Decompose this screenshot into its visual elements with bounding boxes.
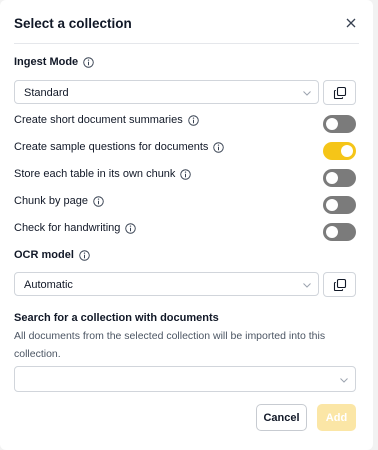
add-button[interactable]: Add: [317, 404, 356, 431]
search-collection-label-text: Search for a collection with documents: [14, 312, 219, 324]
ocr-model-value: Automatic: [24, 279, 73, 291]
summaries-toggle[interactable]: [323, 115, 356, 133]
ingest-mode-label: Ingest Mode: [14, 56, 94, 68]
sample-questions-label-text: Create sample questions for documents: [14, 141, 209, 153]
ingest-mode-copy-button[interactable]: [323, 80, 356, 105]
info-icon[interactable]: [125, 222, 137, 234]
close-icon[interactable]: [343, 15, 359, 31]
ingest-mode-select[interactable]: Standard: [14, 80, 319, 104]
ocr-model-select[interactable]: Automatic: [14, 272, 319, 296]
cancel-button[interactable]: Cancel: [256, 404, 307, 431]
chunk-by-page-label-text: Chunk by page: [14, 195, 88, 207]
chunk-by-page-label: Chunk by page: [14, 195, 104, 207]
search-collection-label: Search for a collection with documents: [14, 312, 219, 324]
info-icon[interactable]: [180, 168, 192, 180]
info-icon[interactable]: [188, 114, 199, 126]
chevron-down-icon: [303, 91, 311, 96]
toggle-knob: [326, 199, 338, 211]
sample-questions-label: Create sample questions for documents: [14, 141, 225, 153]
summaries-label-text: Create short document summaries: [14, 114, 183, 126]
handwriting-toggle[interactable]: [323, 223, 356, 241]
info-icon[interactable]: [213, 141, 225, 153]
select-collection-dialog: Select a collection Ingest Mode Standard…: [0, 0, 373, 450]
copy-icon: [333, 86, 347, 100]
toggle-knob: [326, 118, 338, 130]
handwriting-label-text: Check for handwriting: [14, 222, 121, 234]
ocr-model-label-text: OCR model: [14, 249, 74, 261]
toggle-knob: [341, 145, 353, 157]
search-collection-description: All documents from the selected collecti…: [14, 330, 326, 360]
chevron-down-icon: [303, 283, 311, 288]
toggle-knob: [326, 172, 338, 184]
toggle-knob: [326, 226, 338, 238]
info-icon[interactable]: [93, 195, 104, 207]
table-chunk-toggle[interactable]: [323, 169, 356, 187]
info-icon[interactable]: [79, 249, 90, 261]
handwriting-label: Check for handwriting: [14, 222, 137, 234]
ocr-model-label: OCR model: [14, 249, 90, 261]
copy-icon: [333, 278, 347, 292]
summaries-label: Create short document summaries: [14, 114, 199, 126]
chevron-down-icon: [340, 378, 348, 383]
ingest-mode-value: Standard: [24, 87, 69, 99]
chunk-by-page-toggle[interactable]: [323, 196, 356, 214]
dialog-title: Select a collection: [14, 16, 132, 31]
sample-questions-toggle[interactable]: [323, 142, 356, 160]
table-chunk-label: Store each table in its own chunk: [14, 168, 192, 180]
ocr-model-copy-button[interactable]: [323, 272, 356, 297]
collection-search-select[interactable]: [14, 366, 356, 392]
table-chunk-label-text: Store each table in its own chunk: [14, 168, 176, 180]
dialog-header: Select a collection: [14, 0, 359, 44]
info-icon[interactable]: [83, 56, 94, 68]
ingest-mode-label-text: Ingest Mode: [14, 56, 79, 68]
